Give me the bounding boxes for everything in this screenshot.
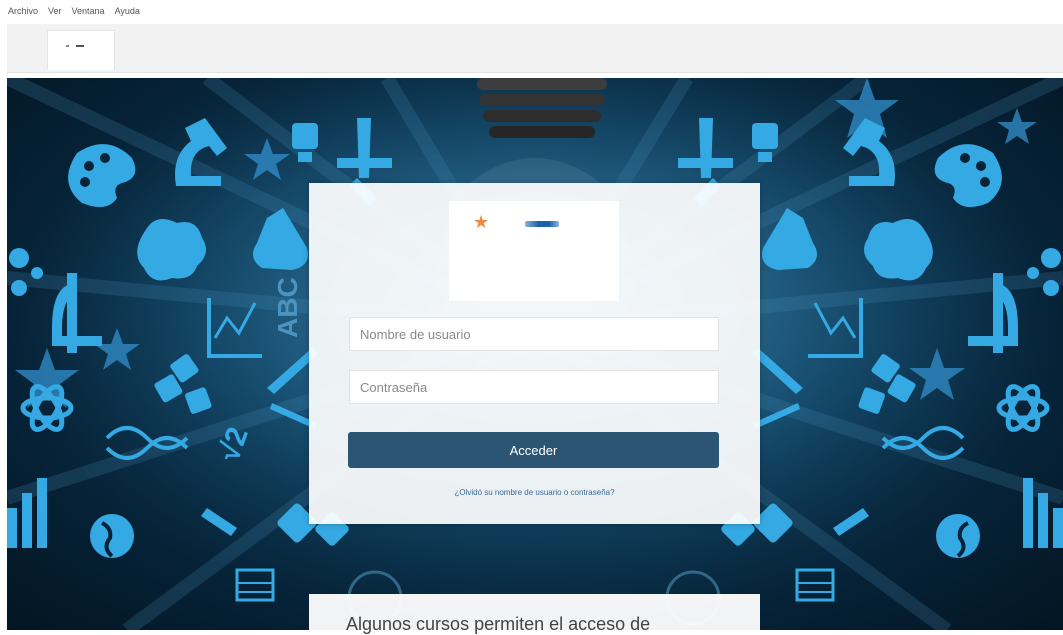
tab-strip (7, 24, 1063, 73)
svg-text:ABC: ABC (272, 277, 303, 338)
site-logo: ★ (449, 201, 619, 301)
password-input[interactable] (349, 370, 719, 404)
forgot-password-link[interactable]: ¿Olvidó su nombre de usuario o contraseñ… (309, 488, 760, 497)
guest-access-card: Algunos cursos permiten el acceso de (309, 594, 760, 634)
browser-tab[interactable] (47, 30, 115, 70)
tab-title-icon (76, 45, 84, 47)
logo-wordmark-icon (525, 221, 559, 227)
menu-bar: Archivo Ver Ventana Ayuda (0, 0, 1063, 22)
login-button[interactable]: Acceder (348, 432, 719, 468)
guest-access-text: Algunos cursos permiten el acceso de (346, 614, 651, 634)
menu-ventana[interactable]: Ventana (72, 6, 105, 16)
tab-favicon-icon (66, 45, 69, 47)
menu-ayuda[interactable]: Ayuda (115, 6, 140, 16)
logo-star-icon: ★ (473, 212, 490, 232)
menu-ver[interactable]: Ver (48, 6, 62, 16)
menu-archivo[interactable]: Archivo (8, 6, 38, 16)
username-input[interactable] (349, 317, 719, 351)
login-card: ★ Acceder ¿Olvidó su nombre de usuario o… (309, 183, 760, 524)
